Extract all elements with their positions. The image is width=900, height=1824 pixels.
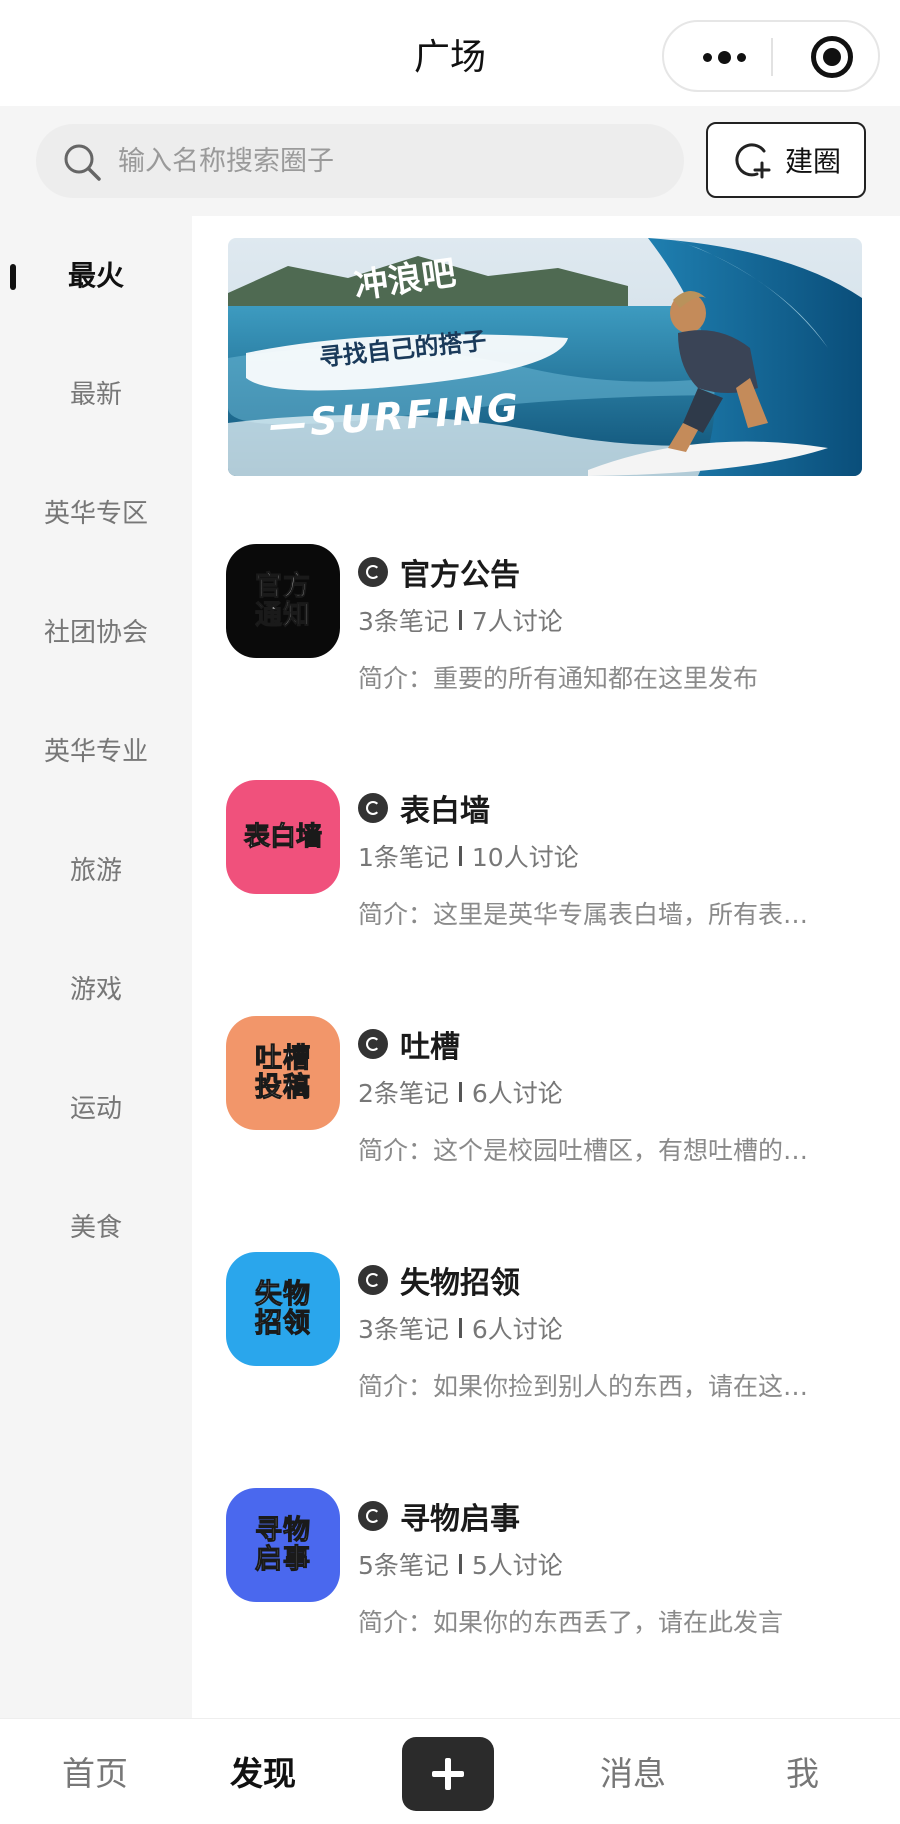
circle-avatar: 表白墙 — [226, 780, 340, 894]
search-input[interactable] — [118, 138, 658, 184]
list-item[interactable]: 吐槽 投稿 吐槽 2条笔记 6人讨论 简介：这个是校园吐槽区，有想吐槽的… — [226, 1016, 876, 1176]
banner-image: 冲浪吧 寻找自己的搭子 —SURFING — [228, 238, 862, 476]
sidebar-item-games[interactable]: 游戏 — [0, 960, 192, 1020]
sidebar-item-food[interactable]: 美食 — [0, 1198, 192, 1258]
search-icon — [64, 144, 101, 181]
sidebar-item-hot[interactable]: 最火 — [0, 246, 192, 306]
list-item[interactable]: 失物 招领 失物招领 3条笔记 6人讨论 简介：如果你捡到别人的东西，请在这… — [226, 1252, 876, 1412]
create-circle-label: 建圈 — [784, 145, 841, 178]
circle-intro: 简介：重要的所有通知都在这里发布 — [358, 664, 759, 693]
circle-badge-icon — [358, 1265, 388, 1295]
sidebar-item-sports[interactable]: 运动 — [0, 1079, 192, 1139]
discussion-count: 7人讨论 — [471, 607, 563, 636]
discussion-count: 6人讨论 — [471, 1315, 563, 1344]
tab-home[interactable]: 首页 — [62, 1747, 128, 1795]
circle-intro: 简介：这个是校园吐槽区，有想吐槽的… — [358, 1136, 809, 1165]
search-bar: 建圈 — [0, 106, 900, 216]
circle-name: 表白墙 — [400, 794, 490, 829]
circle-badge-icon — [358, 1501, 388, 1531]
tab-discover[interactable]: 发现 — [230, 1747, 296, 1795]
discussion-count: 5人讨论 — [471, 1551, 563, 1580]
circle-intro: 简介：如果你捡到别人的东西，请在这… — [358, 1372, 809, 1401]
circle-name: 寻物启事 — [400, 1502, 520, 1537]
tab-messages[interactable]: 消息 — [600, 1747, 666, 1795]
circle-badge-icon — [358, 793, 388, 823]
circle-name: 官方公告 — [400, 558, 520, 593]
sidebar-item-new[interactable]: 最新 — [0, 365, 192, 425]
category-sidebar: 最火 最新 英华专区 社团协会 英华专业 旅游 游戏 运动 美食 — [0, 216, 192, 1718]
create-circle-button[interactable]: 建圈 — [706, 122, 866, 198]
capsule-divider — [771, 38, 773, 76]
search-box[interactable] — [36, 124, 684, 198]
sidebar-item-yinghua-zone[interactable]: 英华专区 — [0, 484, 192, 544]
list-item[interactable]: 表白墙 表白墙 1条笔记 10人讨论 简介：这里是英华专属表白墙，所有表… — [226, 780, 876, 940]
notes-count: 3条笔记 — [358, 1315, 449, 1344]
circle-name: 吐槽 — [400, 1030, 460, 1065]
nav-header: 广场 — [0, 0, 900, 106]
promo-banner[interactable]: 冲浪吧 寻找自己的搭子 —SURFING — [228, 238, 862, 476]
mini-program-capsule — [662, 20, 880, 92]
list-item[interactable]: 官方 通知 官方公告 3条笔记 7人讨论 简介：重要的所有通知都在这里发布 — [226, 544, 876, 704]
circle-avatar: 寻物 启事 — [226, 1488, 340, 1602]
bottom-tab-bar: 首页 发现 消息 我 — [0, 1718, 900, 1824]
list-item[interactable]: 寻物 启事 寻物启事 5条笔记 5人讨论 简介：如果你的东西丢了，请在此发言 — [226, 1488, 876, 1648]
circle-badge-icon — [358, 1029, 388, 1059]
tab-me[interactable]: 我 — [786, 1747, 819, 1795]
sidebar-item-clubs[interactable]: 社团协会 — [0, 603, 192, 663]
circle-badge-icon — [358, 557, 388, 587]
notes-count: 1条笔记 — [358, 843, 449, 872]
more-icon[interactable] — [694, 42, 754, 72]
discussion-count: 6人讨论 — [471, 1079, 563, 1108]
circle-avatar: 失物 招领 — [226, 1252, 340, 1366]
discussion-count: 10人讨论 — [471, 843, 579, 872]
circle-avatar: 官方 通知 — [226, 544, 340, 658]
plus-icon[interactable] — [402, 1737, 494, 1811]
circle-intro: 简介：这里是英华专属表白墙，所有表… — [358, 900, 809, 929]
sidebar-item-majors[interactable]: 英华专业 — [0, 722, 192, 782]
circle-avatar: 吐槽 投稿 — [226, 1016, 340, 1130]
notes-count: 5条笔记 — [358, 1551, 449, 1580]
circle-list-panel: 冲浪吧 寻找自己的搭子 —SURFING 官方 通知 官方公告 3条笔记 7人讨论… — [192, 216, 900, 1718]
circle-intro: 简介：如果你的东西丢了，请在此发言 — [358, 1608, 784, 1637]
create-circle-icon — [735, 143, 771, 179]
circle-name: 失物招领 — [400, 1266, 520, 1301]
notes-count: 2条笔记 — [358, 1079, 449, 1108]
sidebar-item-travel[interactable]: 旅游 — [0, 841, 192, 901]
notes-count: 3条笔记 — [358, 607, 449, 636]
target-icon[interactable] — [811, 36, 853, 78]
